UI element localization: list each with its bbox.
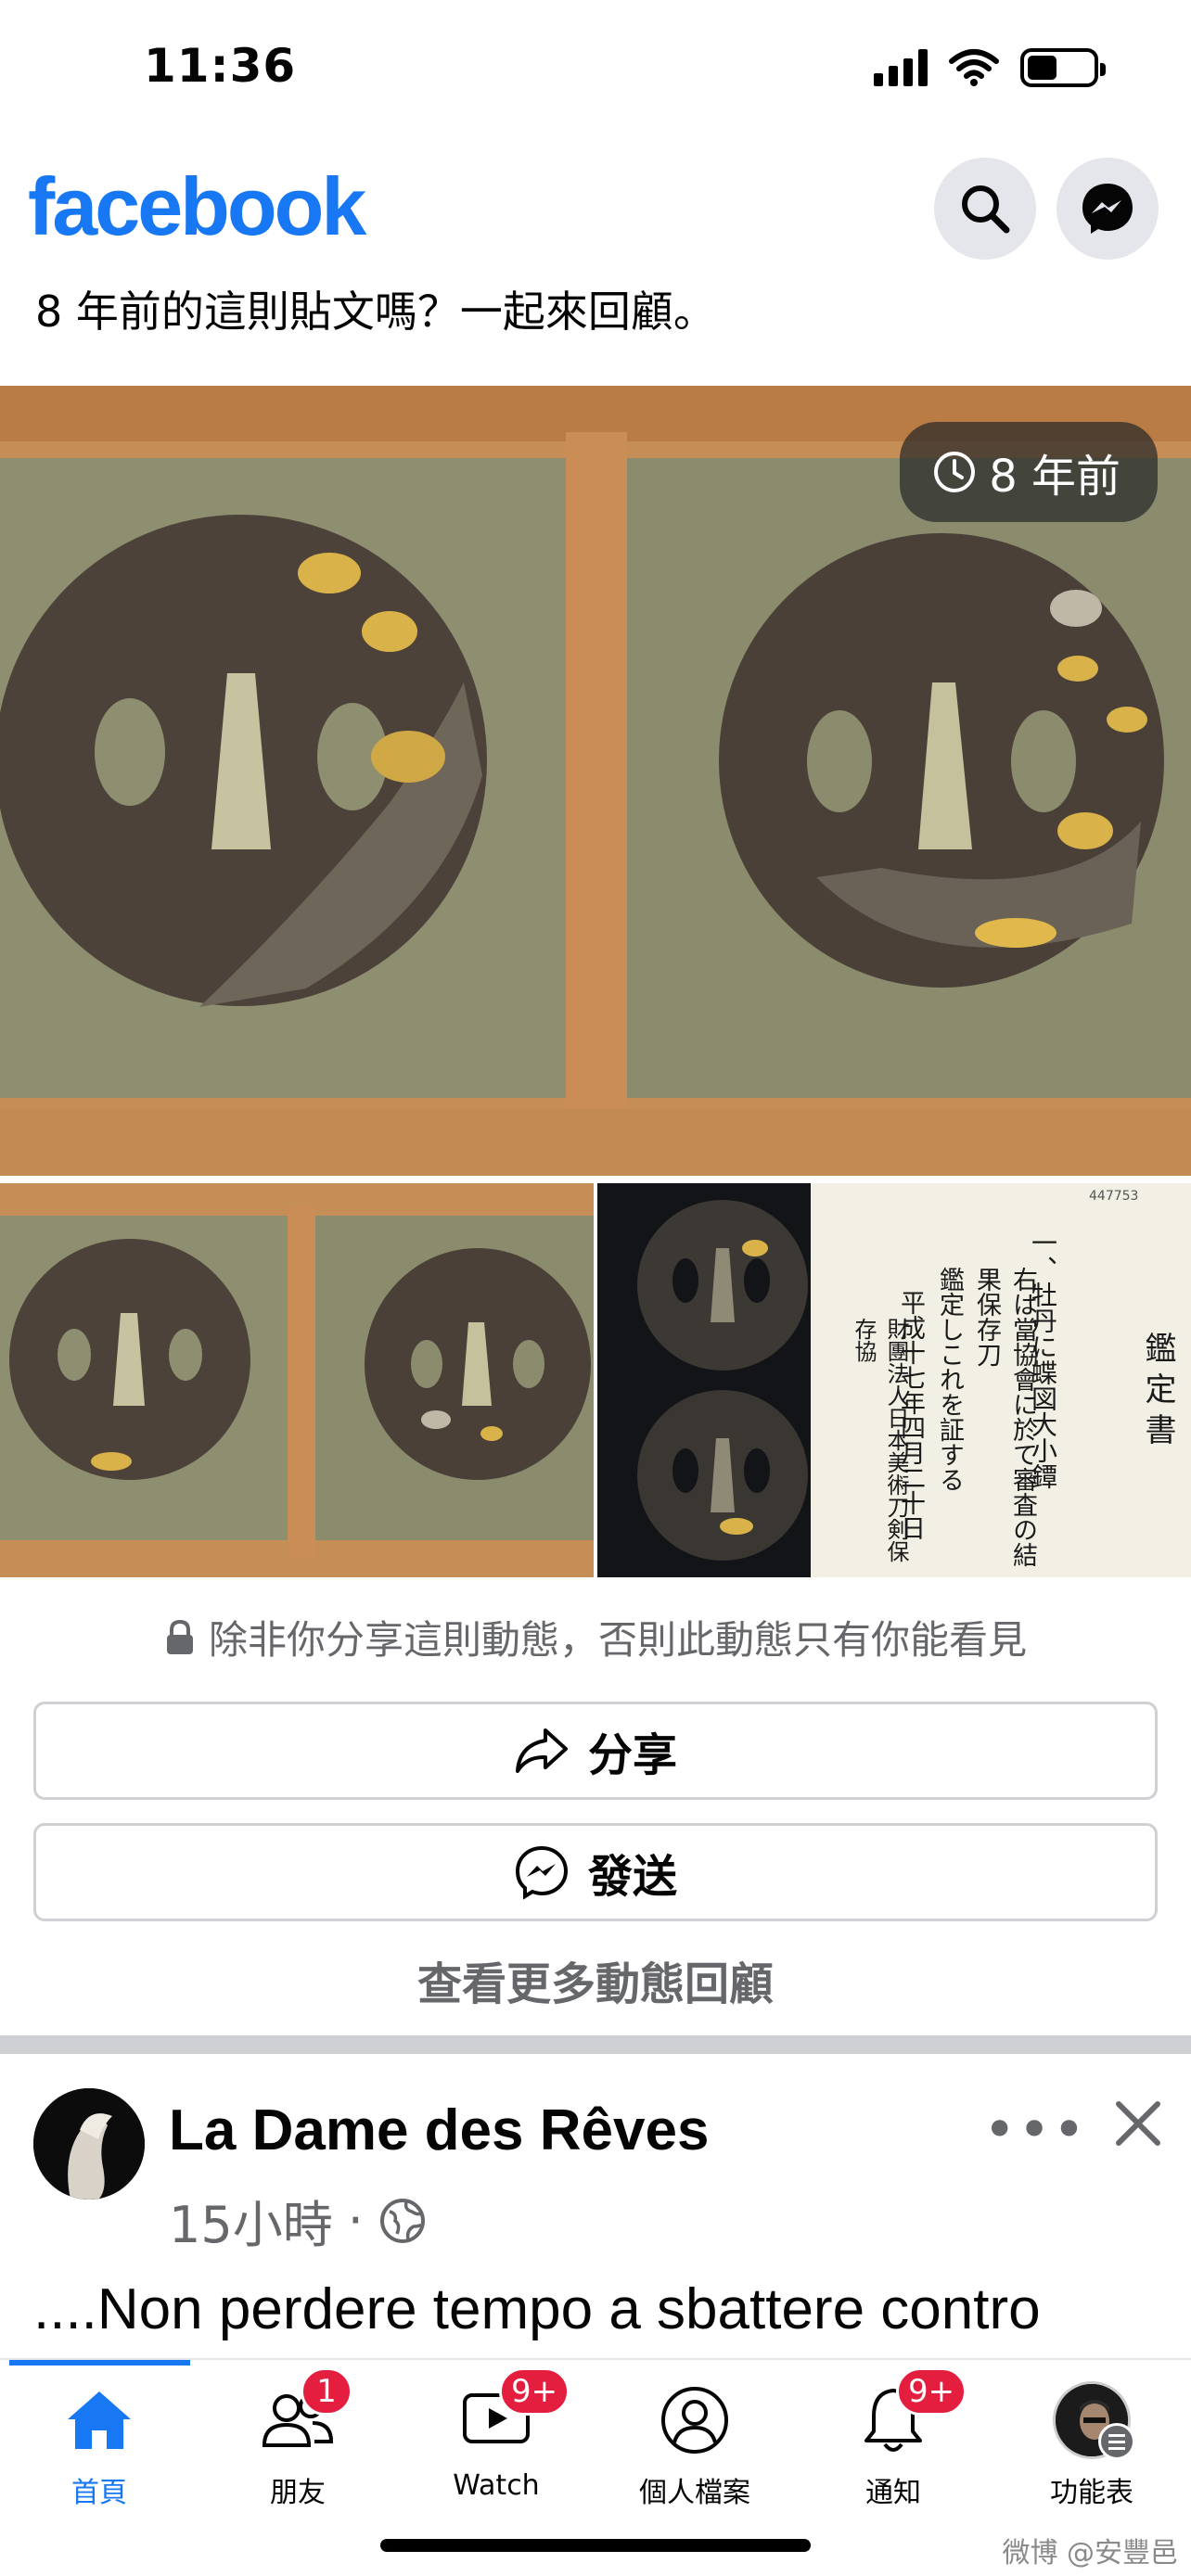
post-text: ....Non perdere tempo a sbattere contro [33,2277,1041,2341]
memory-prompt: 8 年前的這則貼文嗎？一起來回顧。 [35,287,716,337]
share-label: 分享 [587,1729,677,1781]
battery-icon [1020,48,1106,87]
tab-friends[interactable]: 1 朋友 [198,2367,397,2518]
facebook-logo[interactable]: facebook [28,159,366,254]
clock-icon [934,452,976,492]
post-meta: 15小時 · [169,2184,427,2257]
status-bar: 11:36 [0,0,1191,139]
search-icon [962,185,1010,234]
messenger-button[interactable] [1057,158,1159,260]
privacy-note: 除非你分享這則動態，否則此動態只有你能看見 [0,1609,1191,1665]
privacy-note-text: 除非你分享這則動態，否則此動態只有你能看見 [208,1617,1027,1663]
feed-divider [0,2035,1191,2054]
tab-notifications-label: 通知 [865,2477,921,2509]
post-author-name[interactable]: La Dame des Rêves [169,2098,709,2163]
certificate-line-5: 財團法人日本美術刀剣保存協 [851,1318,909,1562]
meta-separator: · [347,2191,364,2250]
tsuba-pair-photo [0,1183,594,1577]
tab-menu-label: 功能表 [1050,2477,1133,2509]
profile-icon [661,2387,728,2454]
globe-icon [379,2198,425,2243]
send-button[interactable]: 發送 [33,1823,1158,1921]
home-icon [68,2391,131,2449]
certificate-line-3: 鑑定しこれを証する [935,1267,964,1492]
search-button[interactable] [934,158,1036,260]
status-time: 11:36 [144,39,297,93]
tab-profile[interactable]: 個人檔案 [596,2378,794,2518]
certificate-number: 447753 [1089,1189,1139,1204]
memory-photo-2[interactable] [0,1183,594,1577]
tab-home[interactable]: 首頁 [0,2378,198,2518]
signal-icon [874,49,928,86]
certificate-line-2: 右は當協會に於て審査の結果保存刀 [972,1267,1037,1567]
messenger-outline-icon [515,1845,568,1900]
notifications-badge: 9+ [896,2367,967,2416]
share-icon [515,1728,568,1773]
post-time[interactable]: 15小時 [169,2184,333,2257]
messenger-icon [1082,184,1133,234]
tab-profile-label: 個人檔案 [639,2477,750,2509]
close-icon[interactable] [1106,2091,1171,2156]
status-icons [874,48,1106,87]
friends-badge: 1 [301,2367,352,2416]
memory-photo-3[interactable]: 447753 鑑定書 一、牡丹に蝶図大小鐔 右は當協會に於て審査の結果保存刀 鑑… [597,1183,1191,1577]
post-options-button[interactable]: ••• [983,2098,1087,2162]
certificate-title: 鑑定書 [1139,1332,1176,1454]
watch-badge: 9+ [499,2367,570,2416]
memory-age-label: 8 年前 [989,451,1121,503]
see-more-memories-link[interactable]: 查看更多動態回顧 [0,1947,1191,2012]
post-author-avatar[interactable] [33,2088,145,2200]
share-button[interactable]: 分享 [33,1702,1158,1800]
tab-friends-label: 朋友 [270,2477,326,2509]
tab-home-label: 首頁 [71,2477,127,2509]
tab-watch-label: Watch [453,2469,540,2502]
tab-notifications[interactable]: 9+ 通知 [794,2367,992,2518]
lock-icon [166,1619,193,1654]
tab-watch[interactable]: 9+ Watch [397,2367,596,2518]
active-tab-indicator [9,2360,190,2366]
app-header: facebook [0,148,1191,269]
wifi-icon [949,49,999,86]
memory-age-badge: 8 年前 [900,422,1158,522]
home-indicator [380,2539,811,2552]
send-label: 發送 [587,1851,677,1903]
avatar-image [33,2088,145,2200]
tab-menu[interactable]: 功能表 [992,2378,1191,2518]
menu-hamburger-icon [1098,2423,1135,2460]
watermark: 微博 @安豐邑 [1002,2537,1178,2570]
